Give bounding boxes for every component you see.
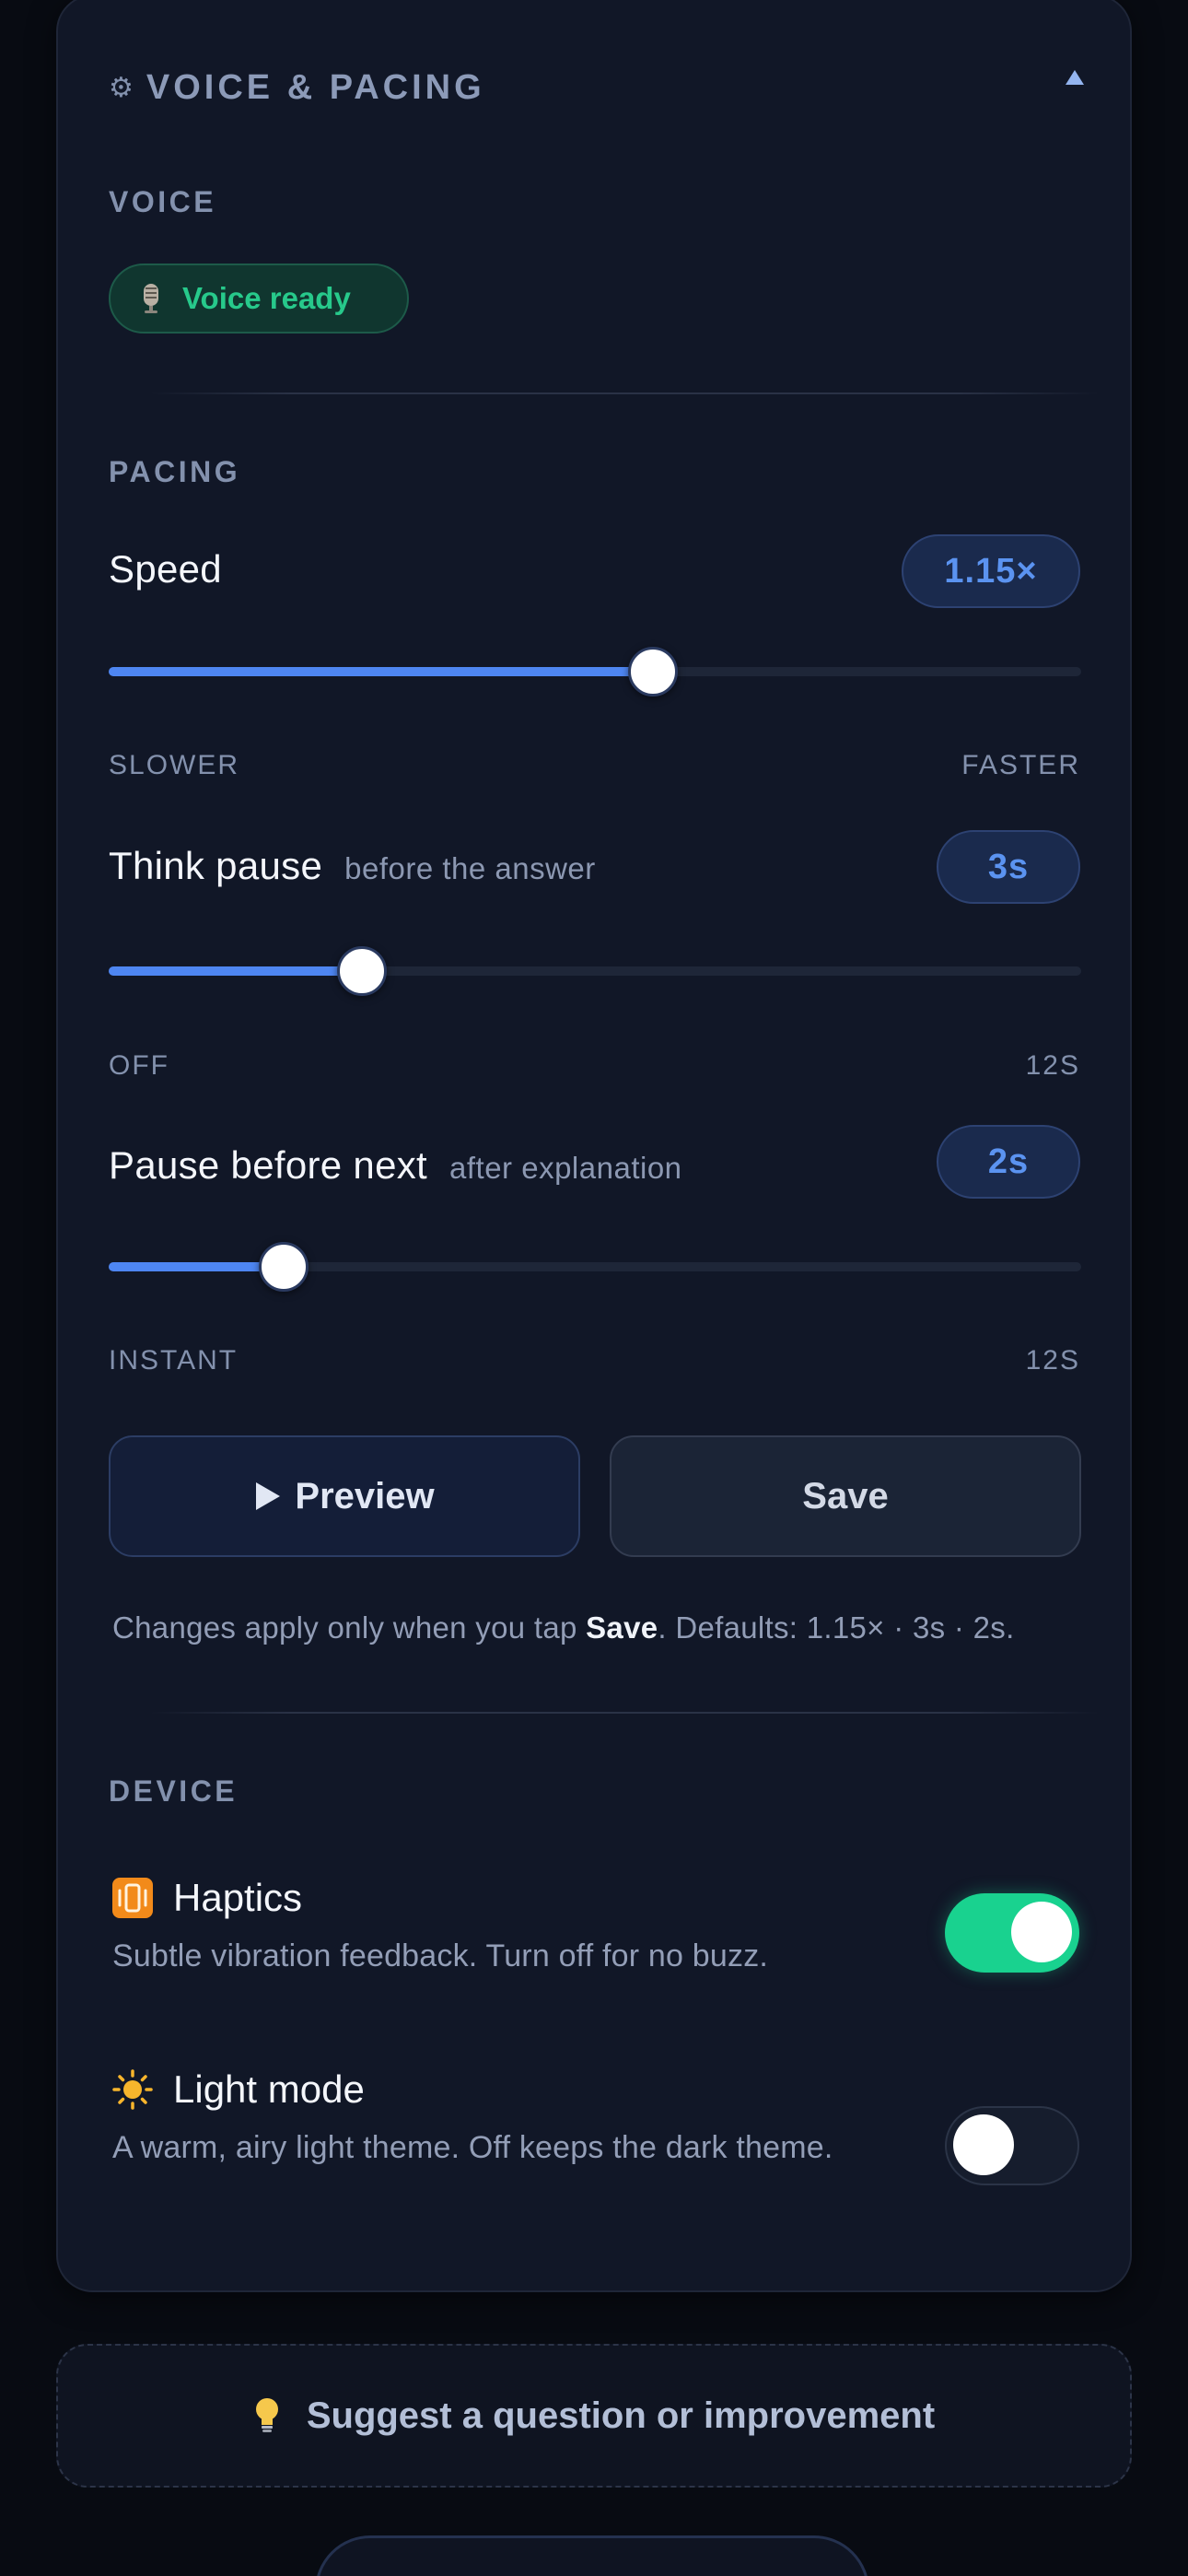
voice-status-badge: Voice ready	[109, 263, 409, 334]
pause-next-max-label: 12S	[1025, 1345, 1080, 1376]
pause-next-title: Pause before next	[109, 1143, 428, 1187]
speed-min-label: SLOWER	[109, 750, 240, 780]
collapse-icon[interactable]	[1065, 68, 1085, 87]
speed-slider-fill	[109, 667, 654, 676]
save-note-bold: Save	[586, 1610, 658, 1645]
light-mode-description: A warm, airy light theme. Off keeps the …	[112, 2130, 833, 2165]
voice-status-text: Voice ready	[182, 281, 351, 315]
lightbulb-icon	[255, 2398, 278, 2432]
suggest-label: Suggest a question or improvement	[306, 2395, 936, 2436]
think-pause-title: Think pause	[109, 844, 323, 887]
think-pause-slider-fill	[109, 966, 362, 976]
light-mode-setting: Light mode A warm, airy light theme. Off…	[112, 2067, 895, 2171]
light-mode-toggle[interactable]	[945, 2106, 1079, 2185]
preview-button-label: Preview	[295, 1475, 435, 1516]
section-header[interactable]: ⚙ VOICE & PACING	[109, 64, 1085, 111]
pause-next-value-badge: 2s	[937, 1125, 1080, 1199]
speed-row: Speed	[109, 547, 222, 591]
light-mode-title: Light mode	[173, 2067, 365, 2111]
section-title: VOICE & PACING	[146, 67, 485, 107]
haptics-toggle[interactable]	[945, 1893, 1079, 1973]
divider	[150, 1712, 1099, 1714]
think-pause-slider-thumb[interactable]	[336, 946, 387, 996]
play-icon	[256, 1482, 281, 1510]
save-note-defaults: . Defaults: 1.15× · 3s · 2s.	[658, 1610, 1015, 1645]
pause-next-min-label: INSTANT	[109, 1345, 239, 1376]
haptics-title: Haptics	[173, 1876, 303, 1919]
save-note: Changes apply only when you tap Save. De…	[112, 1610, 1089, 1645]
haptics-setting: Haptics Subtle vibration feedback. Turn …	[112, 1876, 895, 1979]
toggle-knob	[1011, 1902, 1072, 1962]
haptics-description: Subtle vibration feedback. Turn off for …	[112, 1938, 769, 1973]
divider	[150, 392, 1099, 394]
speed-slider[interactable]	[109, 647, 1081, 697]
think-pause-row: Think pause before the answer	[109, 844, 596, 888]
pause-next-slider-fill	[109, 1262, 285, 1271]
speed-max-label: FASTER	[961, 750, 1080, 780]
pause-next-row: Pause before next after explanation	[109, 1143, 682, 1188]
page: ⚙ VOICE & PACING VOICE Voice ready PACIN…	[0, 0, 1188, 2576]
device-label: DEVICE	[109, 1774, 239, 1808]
speed-value-badge: 1.15×	[902, 534, 1080, 608]
speed-slider-thumb[interactable]	[628, 647, 679, 697]
microphone-icon	[144, 284, 158, 313]
think-pause-max-label: 12S	[1025, 1050, 1080, 1081]
speed-title: Speed	[109, 547, 222, 591]
preview-button[interactable]: Preview	[109, 1435, 580, 1557]
think-pause-min-label: OFF	[109, 1050, 169, 1081]
save-note-text: Changes apply only when you tap	[112, 1610, 587, 1645]
sun-icon	[112, 2069, 153, 2110]
save-button-label: Save	[802, 1475, 889, 1516]
think-pause-slider[interactable]	[109, 946, 1081, 996]
save-button[interactable]: Save	[610, 1435, 1081, 1557]
suggest-button[interactable]: Suggest a question or improvement	[56, 2344, 1132, 2488]
voice-label: VOICE	[109, 185, 217, 218]
pacing-label: PACING	[109, 455, 241, 488]
pause-next-slider[interactable]	[109, 1242, 1081, 1292]
gear-icon: ⚙	[109, 72, 134, 103]
toggle-knob	[953, 2114, 1014, 2175]
bottom-action-button[interactable]	[315, 2535, 869, 2576]
voice-pacing-card: ⚙ VOICE & PACING VOICE Voice ready PACIN…	[56, 0, 1132, 2292]
pause-next-slider-thumb[interactable]	[259, 1242, 309, 1292]
think-pause-value-badge: 3s	[937, 830, 1080, 904]
vibration-icon	[112, 1878, 153, 1918]
pause-next-subtitle: after explanation	[449, 1151, 682, 1185]
think-pause-subtitle: before the answer	[344, 851, 596, 885]
